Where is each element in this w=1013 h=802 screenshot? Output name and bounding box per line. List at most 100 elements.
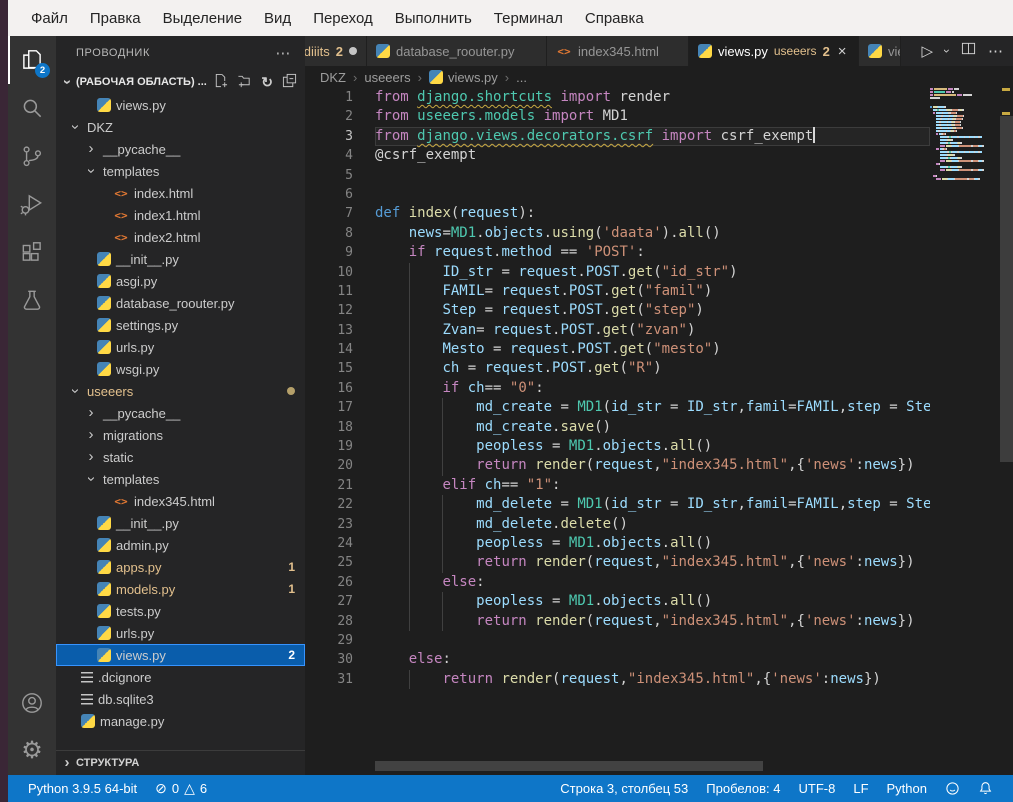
settings-gear-icon[interactable]: ⚙ xyxy=(8,727,56,775)
minimap[interactable] xyxy=(930,88,1000,181)
tree-item-index.html[interactable]: <>index.html xyxy=(56,182,305,204)
tree-item-DKZ[interactable]: ›DKZ xyxy=(56,116,305,138)
line-number[interactable]: 2 xyxy=(305,107,375,126)
tree-item-static[interactable]: ›static xyxy=(56,446,305,468)
menu-item-правка[interactable]: Правка xyxy=(79,5,152,32)
run-dropdown-icon[interactable]: › xyxy=(940,49,954,53)
cursor-position[interactable]: Строка 3, столбец 53 xyxy=(554,781,694,796)
line-number[interactable]: 9 xyxy=(305,243,375,262)
tree-item-__init__.py[interactable]: __init__.py xyxy=(56,512,305,534)
tab-index345.html[interactable]: <>index345.html xyxy=(547,36,689,66)
line-number[interactable]: 14 xyxy=(305,340,375,359)
vertical-scrollbar-thumb[interactable] xyxy=(1000,116,1013,462)
breadcrumb-item[interactable]: DKZ xyxy=(320,70,346,85)
line-number[interactable]: 12 xyxy=(305,301,375,320)
menu-item-терминал[interactable]: Терминал xyxy=(483,5,574,32)
tree-item-admin.py[interactable]: admin.py xyxy=(56,534,305,556)
problems-indicator[interactable]: ⊘ 0 △ 6 xyxy=(149,780,213,797)
line-number[interactable]: 31 xyxy=(305,670,375,689)
line-number[interactable]: 5 xyxy=(305,166,375,185)
tree-item-templates[interactable]: ›templates xyxy=(56,160,305,182)
new-file-icon[interactable] xyxy=(213,73,228,91)
breadcrumb-item-file[interactable]: views.py xyxy=(429,70,498,85)
tab-vie[interactable]: vie xyxy=(859,36,901,66)
split-editor-icon[interactable] xyxy=(961,41,976,61)
tab-diiits[interactable]: diiits2 xyxy=(305,36,367,66)
tree-item-database_roouter.py[interactable]: database_roouter.py xyxy=(56,292,305,314)
menu-item-файл[interactable]: Файл xyxy=(20,5,79,32)
workspace-section-header[interactable]: › (РАБОЧАЯ ОБЛАСТЬ) ... ↻ xyxy=(56,70,305,94)
line-number[interactable]: 21 xyxy=(305,476,375,495)
line-number[interactable]: 24 xyxy=(305,534,375,553)
indentation-setting[interactable]: Пробелов: 4 xyxy=(700,781,786,796)
tree-item-manage.py[interactable]: manage.py xyxy=(56,710,305,732)
tree-item-db.sqlite3[interactable]: db.sqlite3 xyxy=(56,688,305,710)
menu-item-справка[interactable]: Справка xyxy=(574,5,655,32)
line-number[interactable]: 27 xyxy=(305,592,375,611)
line-number[interactable]: 19 xyxy=(305,437,375,456)
line-number[interactable]: 13 xyxy=(305,321,375,340)
tree-item-urls.py[interactable]: urls.py xyxy=(56,336,305,358)
line-number[interactable]: 4 xyxy=(305,146,375,165)
menu-item-переход[interactable]: Переход xyxy=(302,5,384,32)
line-number[interactable]: 22 xyxy=(305,495,375,514)
breadcrumb-item[interactable]: ... xyxy=(516,70,527,85)
tree-item-views.py[interactable]: views.py xyxy=(56,94,305,116)
line-number[interactable]: 1 xyxy=(305,88,375,107)
new-folder-icon[interactable] xyxy=(237,73,252,91)
eol-setting[interactable]: LF xyxy=(847,781,874,796)
tree-item-templates[interactable]: ›templates xyxy=(56,468,305,490)
tab-views.py[interactable]: views.pyuseeers2× xyxy=(689,36,859,66)
line-number[interactable]: 3 xyxy=(305,127,375,146)
refresh-icon[interactable]: ↻ xyxy=(261,75,273,89)
run-and-debug-icon[interactable] xyxy=(8,180,56,228)
tree-item-wsgi.py[interactable]: wsgi.py xyxy=(56,358,305,380)
tree-item-migrations[interactable]: ›migrations xyxy=(56,424,305,446)
tree-item-__init__.py[interactable]: __init__.py xyxy=(56,248,305,270)
menu-item-выделение[interactable]: Выделение xyxy=(152,5,253,32)
vertical-scrollbar[interactable] xyxy=(1000,36,1013,775)
line-number[interactable]: 18 xyxy=(305,418,375,437)
tree-item-index2.html[interactable]: <>index2.html xyxy=(56,226,305,248)
search-icon[interactable] xyxy=(8,84,56,132)
testing-icon[interactable] xyxy=(8,276,56,324)
code-editor[interactable]: 1from django.shortcuts import render2fro… xyxy=(305,88,930,738)
extensions-icon[interactable] xyxy=(8,228,56,276)
feedback-icon[interactable] xyxy=(939,781,966,796)
line-number[interactable]: 16 xyxy=(305,379,375,398)
tree-item-tests.py[interactable]: tests.py xyxy=(56,600,305,622)
python-interpreter[interactable]: Python 3.9.5 64-bit xyxy=(22,781,143,796)
tree-item-index1.html[interactable]: <>index1.html xyxy=(56,204,305,226)
close-icon[interactable]: × xyxy=(838,43,847,60)
outline-section-header[interactable]: › СТРУКТУРА xyxy=(56,750,305,775)
tree-item-models.py[interactable]: models.py1 xyxy=(56,578,305,600)
language-mode[interactable]: Python xyxy=(881,781,933,796)
breadcrumb-item[interactable]: useeers xyxy=(364,70,410,85)
collapse-all-icon[interactable] xyxy=(282,73,297,91)
line-number[interactable]: 20 xyxy=(305,456,375,475)
tree-item-__pycache__[interactable]: ›__pycache__ xyxy=(56,138,305,160)
tree-item-urls.py[interactable]: urls.py xyxy=(56,622,305,644)
menu-item-вид[interactable]: Вид xyxy=(253,5,302,32)
tree-item-asgi.py[interactable]: asgi.py xyxy=(56,270,305,292)
encoding-setting[interactable]: UTF-8 xyxy=(793,781,842,796)
source-control-icon[interactable] xyxy=(8,132,56,180)
tree-item-__pycache__[interactable]: ›__pycache__ xyxy=(56,402,305,424)
line-number[interactable]: 17 xyxy=(305,398,375,417)
line-number[interactable]: 8 xyxy=(305,224,375,243)
tree-item-.dcignore[interactable]: .dcignore xyxy=(56,666,305,688)
line-number[interactable]: 7 xyxy=(305,204,375,223)
line-number[interactable]: 23 xyxy=(305,515,375,534)
menu-item-выполнить[interactable]: Выполнить xyxy=(384,5,483,32)
notifications-bell-icon[interactable] xyxy=(972,781,999,796)
line-number[interactable]: 6 xyxy=(305,185,375,204)
horizontal-scrollbar-thumb[interactable] xyxy=(375,761,763,771)
line-number[interactable]: 25 xyxy=(305,553,375,572)
explorer-icon[interactable]: 2 xyxy=(8,36,56,84)
run-button[interactable]: ▷ xyxy=(921,42,933,60)
line-number[interactable]: 29 xyxy=(305,631,375,650)
sidebar-more-actions-icon[interactable]: ⋯ xyxy=(275,44,291,62)
accounts-icon[interactable] xyxy=(8,679,56,727)
tree-item-views.py[interactable]: views.py2 xyxy=(56,644,305,666)
line-number[interactable]: 10 xyxy=(305,263,375,282)
